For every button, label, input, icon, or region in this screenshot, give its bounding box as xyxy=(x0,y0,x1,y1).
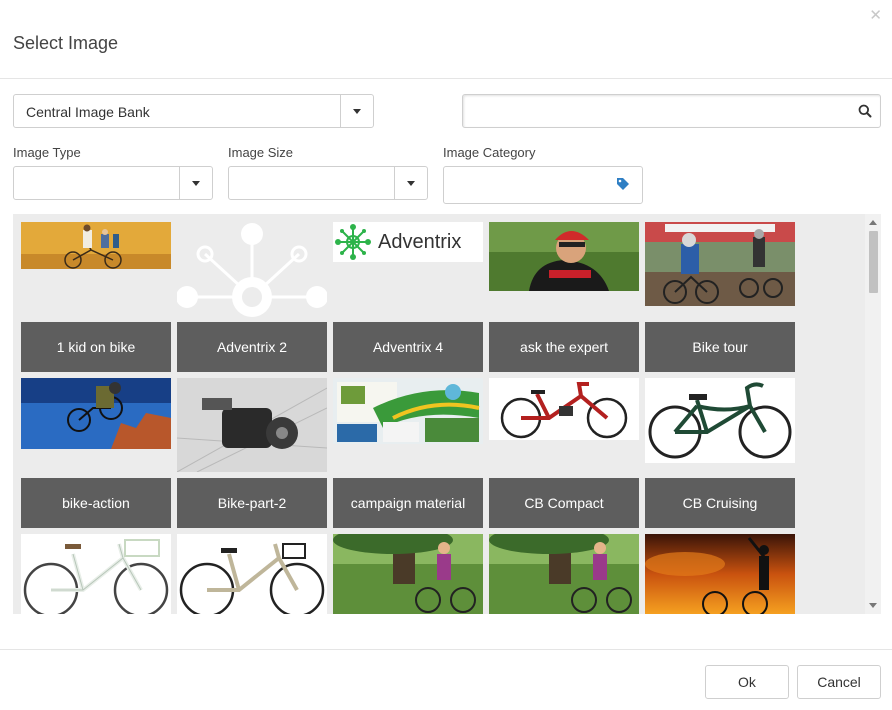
image-type-label: Image Type xyxy=(13,145,81,160)
brochures-thumbnail[interactable] xyxy=(333,378,483,444)
image-source-value: Central Image Bank xyxy=(26,104,150,120)
image-category-label: Image Category xyxy=(443,145,536,160)
gallery-scrollbar[interactable] xyxy=(865,214,881,614)
image-caption[interactable]: Adventrix 4 xyxy=(333,322,483,372)
image-caption[interactable]: 1 kid on bike xyxy=(21,322,171,372)
tag-icon[interactable] xyxy=(616,177,630,191)
adventrix-network-thumbnail[interactable] xyxy=(177,214,327,322)
cyclist-portrait-thumbnail[interactable] xyxy=(489,222,639,291)
park-cyclist-thumbnail-2[interactable] xyxy=(489,534,639,614)
chevron-down-icon[interactable] xyxy=(179,167,212,199)
dialog-title: Select Image xyxy=(13,33,119,53)
scroll-down-icon[interactable] xyxy=(869,603,877,608)
image-caption[interactable]: Bike-part-2 xyxy=(177,478,327,528)
bmx-jump-thumbnail[interactable] xyxy=(21,378,171,449)
beige-city-bike-thumbnail[interactable] xyxy=(177,534,327,614)
adventrix-logo-thumbnail[interactable]: Adventrix xyxy=(333,222,483,262)
image-size-select[interactable] xyxy=(228,166,428,200)
red-city-bike-thumbnail[interactable] xyxy=(489,378,639,440)
ok-button[interactable]: Ok xyxy=(705,665,789,699)
image-caption[interactable]: CB Compact xyxy=(489,478,639,528)
scroll-up-icon[interactable] xyxy=(869,220,877,225)
close-icon[interactable]: ✕ xyxy=(869,8,882,23)
derailleur-closeup-thumbnail[interactable] xyxy=(177,378,327,472)
image-gallery[interactable]: Adventrix 1 kid on bike Adventrix 2 Adve… xyxy=(13,214,881,614)
cancel-button[interactable]: Cancel xyxy=(797,665,881,699)
dialog-header: Select Image ✕ xyxy=(0,0,892,79)
image-caption[interactable]: Adventrix 2 xyxy=(177,322,327,372)
search-icon[interactable] xyxy=(858,104,872,118)
image-caption[interactable]: bike-action xyxy=(21,478,171,528)
chevron-down-icon[interactable] xyxy=(340,95,373,127)
image-category-input[interactable] xyxy=(443,166,643,204)
chevron-down-icon[interactable] xyxy=(394,167,427,199)
search-input[interactable] xyxy=(462,94,881,128)
image-caption[interactable]: Bike tour xyxy=(645,322,795,372)
image-caption[interactable]: CB Cruising xyxy=(645,478,795,528)
image-caption[interactable]: campaign material xyxy=(333,478,483,528)
white-city-bike-thumbnail[interactable] xyxy=(21,534,171,614)
sunset-cyclist-thumbnail[interactable] xyxy=(645,534,795,614)
image-type-select[interactable] xyxy=(13,166,213,200)
adventrix-logo-text: Adventrix xyxy=(378,231,462,253)
image-size-label: Image Size xyxy=(228,145,294,160)
image-caption[interactable]: ask the expert xyxy=(489,322,639,372)
family-bike-thumbnail[interactable] xyxy=(21,222,171,269)
park-cyclist-thumbnail[interactable] xyxy=(333,534,483,614)
green-cruiser-bike-thumbnail[interactable] xyxy=(645,378,795,463)
cyclocross-race-thumbnail[interactable] xyxy=(645,222,795,306)
image-source-select[interactable]: Central Image Bank xyxy=(13,94,374,128)
scroll-thumb[interactable] xyxy=(869,231,878,293)
